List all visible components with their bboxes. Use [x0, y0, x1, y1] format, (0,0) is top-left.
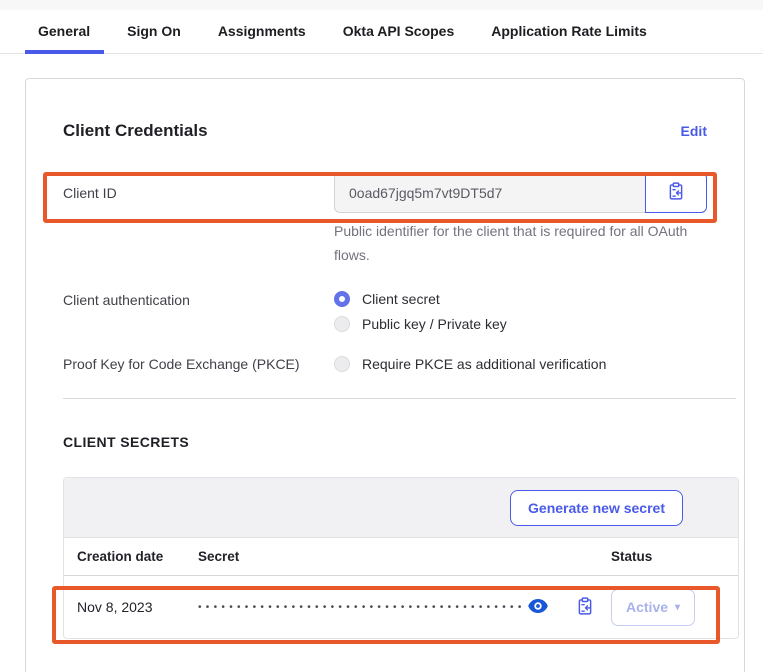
generate-new-secret-button[interactable]: Generate new secret: [510, 490, 683, 526]
radio-client-secret[interactable]: Client secret: [334, 291, 507, 307]
radio-selected-icon[interactable]: [334, 291, 350, 307]
header-creation-date: Creation date: [64, 549, 198, 564]
client-authentication-row: Client authentication Client secret Publ…: [63, 291, 736, 332]
radio-unselected-icon[interactable]: [334, 316, 350, 332]
client-credentials-card: Client Credentials Edit Client ID: [25, 78, 745, 672]
pkce-row: Proof Key for Code Exchange (PKCE) Requi…: [63, 356, 736, 372]
pkce-label: Proof Key for Code Exchange (PKCE): [63, 356, 334, 372]
section-title: Client Credentials: [63, 121, 208, 141]
okta-app-settings-page: General Sign On Assignments Okta API Sco…: [0, 0, 763, 672]
radio-public-private-key[interactable]: Public key / Private key: [334, 316, 507, 332]
tab-sign-on[interactable]: Sign On: [127, 11, 181, 53]
tab-okta-api-scopes[interactable]: Okta API Scopes: [343, 11, 455, 53]
chevron-down-icon: ▾: [675, 602, 680, 613]
copy-secret-button[interactable]: [576, 597, 594, 618]
radio-public-private-key-label: Public key / Private key: [362, 316, 507, 332]
edit-link[interactable]: Edit: [681, 123, 707, 139]
secret-cell: ••••••••••••••••••••••••••••••••••••••••…: [198, 597, 611, 618]
status-dropdown-button[interactable]: Active ▾: [611, 589, 695, 626]
client-authentication-label: Client authentication: [63, 291, 334, 308]
pkce-option-label: Require PKCE as additional verification: [362, 356, 606, 372]
copy-client-id-button[interactable]: [645, 172, 707, 213]
secret-status-cell: Active ▾: [611, 589, 738, 626]
section-divider: [63, 398, 736, 399]
card-header: Client Credentials Edit: [63, 121, 736, 141]
eye-icon: [528, 599, 548, 616]
pkce-option[interactable]: Require PKCE as additional verification: [334, 356, 606, 372]
client-id-input[interactable]: [334, 172, 645, 213]
tab-general[interactable]: General: [38, 11, 90, 53]
header-status: Status: [611, 549, 738, 564]
secret-table-row: Nov 8, 2023 ••••••••••••••••••••••••••••…: [64, 576, 738, 638]
masked-secret-value: ••••••••••••••••••••••••••••••••••••••••…: [198, 602, 522, 613]
pkce-checkbox[interactable]: [334, 356, 350, 372]
client-id-row: Client ID: [63, 172, 736, 213]
status-label: Active: [626, 599, 668, 615]
clipboard-copy-icon: [667, 182, 685, 203]
tab-bar: General Sign On Assignments Okta API Sco…: [0, 10, 763, 54]
client-authentication-options: Client secret Public key / Private key: [334, 291, 507, 332]
reveal-secret-button[interactable]: [528, 599, 548, 616]
client-secrets-table: Generate new secret Creation date Secret…: [63, 477, 739, 639]
client-id-help-text: Public identifier for the client that is…: [334, 219, 706, 267]
client-secrets-heading: CLIENT SECRETS: [63, 434, 736, 450]
secrets-table-header-row: Creation date Secret Status: [64, 538, 738, 576]
tab-application-rate-limits[interactable]: Application Rate Limits: [491, 11, 647, 53]
secret-creation-date: Nov 8, 2023: [64, 599, 198, 615]
tab-assignments[interactable]: Assignments: [218, 11, 306, 53]
radio-client-secret-label: Client secret: [362, 291, 440, 307]
secrets-table-toolbar: Generate new secret: [64, 478, 738, 538]
client-id-field-group: [334, 172, 707, 213]
header-secret: Secret: [198, 549, 611, 564]
client-id-label: Client ID: [63, 185, 334, 201]
clipboard-copy-icon: [576, 597, 594, 618]
top-strip: [0, 0, 763, 10]
